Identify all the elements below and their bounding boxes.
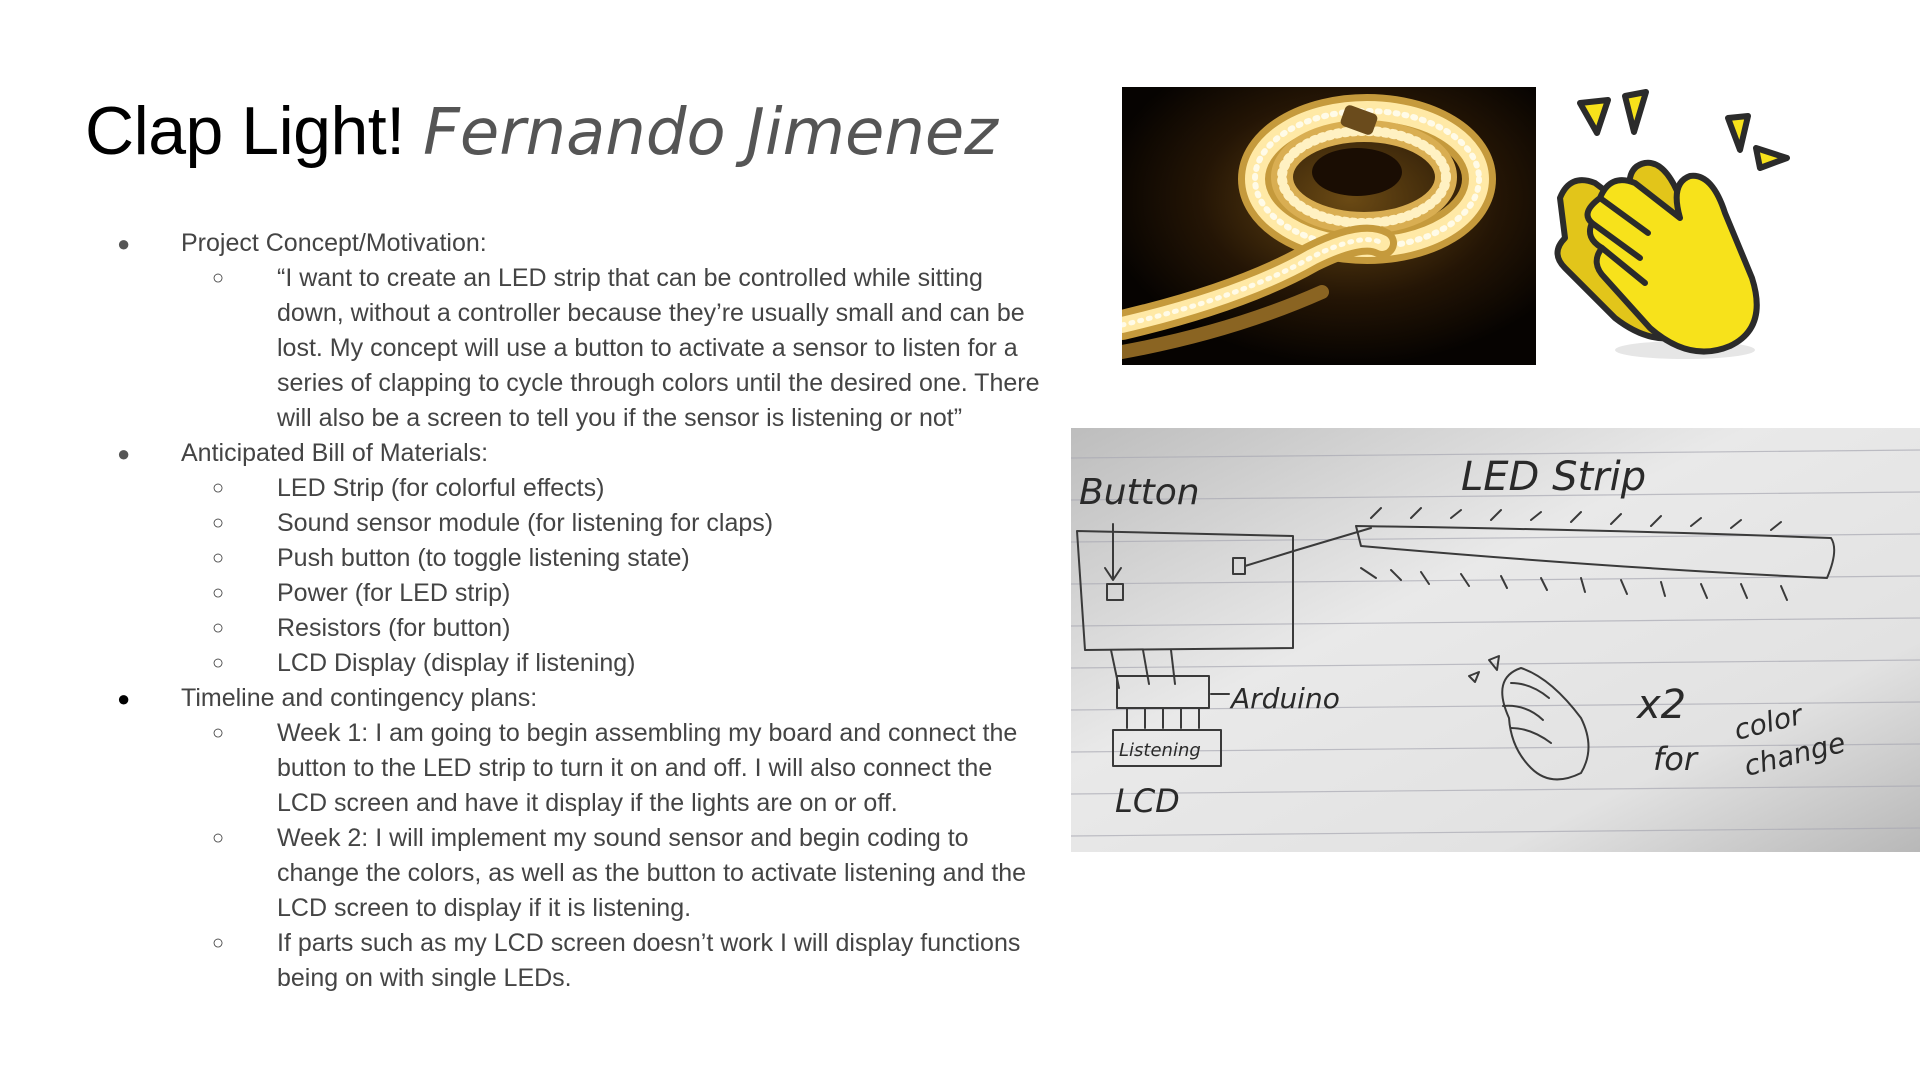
hollow-bullet-icon: ○ [212, 652, 225, 674]
hollow-bullet-icon: ○ [212, 477, 225, 499]
bullet-content: ● Project Concept/Motivation: ○ “I want to… [95, 226, 1045, 996]
section-heading: ● Project Concept/Motivation: [95, 226, 1045, 261]
project-sketch: Button LED Strip Arduino Listening LCD x… [1071, 428, 1920, 852]
section-heading: ● Anticipated Bill of Materials: [95, 436, 1045, 471]
sketch-label-for: for [1653, 740, 1699, 778]
section-item: ○ LED Strip (for colorful effects) [95, 471, 1045, 506]
section-item: ○ Sound sensor module (for listening for … [95, 506, 1045, 541]
section-item: ○ Push button (to toggle listening state) [95, 541, 1045, 576]
sketch-label-times-two: x2 [1635, 682, 1686, 728]
hollow-bullet-icon: ○ [212, 582, 225, 604]
sketch-label-button: Button [1079, 472, 1200, 513]
hollow-bullet-icon: ○ [212, 722, 225, 744]
bullet-icon: ● [117, 231, 131, 256]
author-name: Fernando Jimenez [423, 96, 998, 170]
hollow-bullet-icon: ○ [212, 547, 225, 569]
section-heading: ● Timeline and contingency plans: [95, 681, 1045, 716]
hollow-bullet-icon: ○ [212, 267, 225, 289]
hollow-bullet-icon: ○ [212, 932, 225, 954]
section-item: ○ If parts such as my LCD screen doesn’t … [95, 926, 1045, 996]
title-text: Clap Light! [85, 93, 405, 169]
section-item: ○ Week 1: I am going to begin assembling … [95, 716, 1045, 821]
hollow-bullet-icon: ○ [212, 512, 225, 534]
sketch-label-arduino: Arduino [1229, 682, 1340, 715]
section-item: ○ Power (for LED strip) [95, 576, 1045, 611]
sketch-label-listening: Listening [1119, 740, 1201, 761]
section-item: ○ LCD Display (display if listening) [95, 646, 1045, 681]
led-strip-photo [1122, 87, 1536, 365]
hollow-bullet-icon: ○ [212, 617, 225, 639]
bullet-icon: ● [117, 441, 131, 466]
clapping-hands-icon [1540, 88, 1800, 368]
bullet-icon: ● [117, 686, 131, 711]
sketch-label-led-strip: LED Strip [1461, 454, 1646, 500]
section-item: ○ Week 2: I will implement my sound senso… [95, 821, 1045, 926]
sketch-label-lcd: LCD [1115, 782, 1180, 820]
slide-title: Clap Light! Fernando Jimenez [85, 92, 998, 170]
section-item: ○ “I want to create an LED strip that can… [95, 261, 1045, 436]
hollow-bullet-icon: ○ [212, 827, 225, 849]
section-item: ○ Resistors (for button) [95, 611, 1045, 646]
